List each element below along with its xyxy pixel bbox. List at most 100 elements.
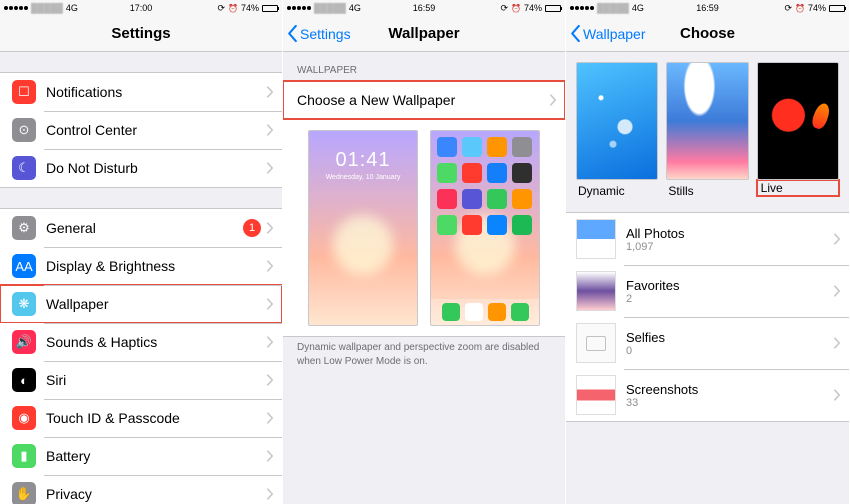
- album-row-all-photos[interactable]: All Photos1,097: [566, 213, 849, 265]
- choose-new-wallpaper-row[interactable]: Choose a New Wallpaper: [283, 81, 565, 119]
- row-icon: ◉: [12, 406, 36, 430]
- row-icon: ☾: [12, 156, 36, 180]
- lock-time: 01:41: [309, 149, 417, 172]
- page-title: Settings: [0, 25, 282, 42]
- app-icon: [512, 189, 532, 209]
- battery-icon: [545, 5, 561, 12]
- chevron-right-icon: [834, 285, 841, 297]
- app-icon: [487, 215, 507, 235]
- settings-row-wallpaper[interactable]: ❋Wallpaper: [0, 285, 282, 323]
- app-icon: [487, 137, 507, 157]
- chevron-left-icon: [287, 25, 298, 42]
- category-thumb: [757, 62, 839, 180]
- row-icon: ⚙: [12, 216, 36, 240]
- chevron-right-icon: [267, 260, 274, 272]
- wallpaper-category-stills[interactable]: Stills: [666, 62, 748, 202]
- carrier-label: 4G: [349, 3, 361, 13]
- carrier-label: 4G: [632, 3, 644, 13]
- alarm-icon: ⏰: [795, 4, 805, 13]
- settings-row-privacy[interactable]: ✋Privacy: [0, 475, 282, 504]
- signal-icon: [570, 6, 594, 10]
- settings-row-do-not-disturb[interactable]: ☾ Do Not Disturb: [0, 149, 282, 187]
- choose-new-wallpaper-label: Choose a New Wallpaper: [297, 92, 550, 108]
- home-screen-preview[interactable]: [430, 130, 540, 326]
- wallpaper-category-live[interactable]: Live: [757, 62, 839, 202]
- section-header: WALLPAPER: [283, 52, 565, 80]
- chevron-right-icon: [267, 124, 274, 136]
- wallpaper-category-dynamic[interactable]: Dynamic: [576, 62, 658, 202]
- app-icon: [462, 189, 482, 209]
- settings-row-label: Do Not Disturb: [46, 160, 267, 176]
- row-icon: 🔊: [12, 330, 36, 354]
- app-icon: [437, 137, 457, 157]
- chevron-right-icon: [834, 233, 841, 245]
- footnote: Dynamic wallpaper and perspective zoom a…: [283, 337, 565, 372]
- settings-screen: █████ 4G 17:00 ⟳ ⏰ 74% Settings ☐ Notific…: [0, 0, 283, 504]
- album-thumb: [576, 323, 616, 363]
- wallpaper-screen: █████ 4G 16:59 ⟳ ⏰ 74% Settings Wallpape…: [283, 0, 566, 504]
- row-icon: ✋: [12, 482, 36, 504]
- battery-pct: 74%: [241, 3, 259, 13]
- settings-row-sounds-haptics[interactable]: 🔊 Sounds & Haptics: [0, 323, 282, 361]
- chevron-right-icon: [267, 488, 274, 500]
- notification-badge: 1: [243, 219, 261, 237]
- row-icon: ⊙: [12, 118, 36, 142]
- back-button[interactable]: Settings: [283, 25, 351, 42]
- chevron-right-icon: [834, 337, 841, 349]
- chevron-right-icon: [267, 412, 274, 424]
- back-label: Wallpaper: [583, 26, 646, 42]
- settings-row-label: Sounds & Haptics: [46, 334, 267, 350]
- settings-row-control-center[interactable]: ⊙ Control Center: [0, 111, 282, 149]
- dock-app-icon: [442, 303, 460, 321]
- album-thumb: [576, 271, 616, 311]
- lock-screen-preview[interactable]: 01:41 Wednesday, 10 January: [308, 130, 418, 326]
- settings-row-battery[interactable]: ▮Battery: [0, 437, 282, 475]
- album-row-screenshots[interactable]: Screenshots33: [566, 369, 849, 421]
- album-thumb: [576, 219, 616, 259]
- app-icon: [437, 189, 457, 209]
- carrier-label: 4G: [66, 3, 78, 13]
- status-bar: █████ 4G 16:59 ⟳ ⏰ 74%: [566, 0, 849, 16]
- app-icon: [462, 215, 482, 235]
- row-icon: ▮: [12, 444, 36, 468]
- settings-row-label: Touch ID & Passcode: [46, 410, 267, 426]
- category-label: Dynamic: [576, 180, 658, 202]
- settings-row-label: Control Center: [46, 122, 267, 138]
- chevron-right-icon: [550, 94, 557, 106]
- battery-pct: 74%: [524, 3, 542, 13]
- settings-row-label: Notifications: [46, 84, 267, 100]
- back-button[interactable]: Wallpaper: [566, 25, 646, 42]
- settings-row-touch-id-passcode[interactable]: ◉ Touch ID & Passcode: [0, 399, 282, 437]
- row-icon: AA: [12, 254, 36, 278]
- settings-row-display-brightness[interactable]: AA Display & Brightness: [0, 247, 282, 285]
- row-icon: ☐: [12, 80, 36, 104]
- settings-row-siri[interactable]: ◐Siri: [0, 361, 282, 399]
- battery-icon: [262, 5, 278, 12]
- chevron-right-icon: [267, 162, 274, 174]
- app-icon: [512, 137, 532, 157]
- settings-row-label: General: [46, 220, 243, 236]
- battery-icon: [829, 5, 845, 12]
- app-icon: [437, 163, 457, 183]
- album-row-favorites[interactable]: Favorites2: [566, 265, 849, 317]
- lock-date: Wednesday, 10 January: [309, 174, 417, 181]
- album-count: 33: [626, 397, 698, 409]
- nav-bar: Settings: [0, 16, 282, 52]
- album-count: 1,097: [626, 241, 685, 253]
- dock-app-icon: [511, 303, 529, 321]
- album-name: All Photos: [626, 226, 685, 241]
- battery-pct: 74%: [808, 3, 826, 13]
- dock-app-icon: [465, 303, 483, 321]
- chevron-right-icon: [267, 86, 274, 98]
- settings-row-label: Display & Brightness: [46, 258, 267, 274]
- back-label: Settings: [300, 26, 351, 42]
- album-row-selfies[interactable]: Selfies0: [566, 317, 849, 369]
- rotation-icon: ⟳: [784, 3, 792, 14]
- album-name: Selfies: [626, 330, 665, 345]
- status-bar: █████ 4G 17:00 ⟳ ⏰ 74%: [0, 0, 282, 16]
- chevron-right-icon: [267, 450, 274, 462]
- chevron-right-icon: [834, 389, 841, 401]
- settings-row-notifications[interactable]: ☐ Notifications: [0, 73, 282, 111]
- alarm-icon: ⏰: [511, 4, 521, 13]
- settings-row-general[interactable]: ⚙ General1: [0, 209, 282, 247]
